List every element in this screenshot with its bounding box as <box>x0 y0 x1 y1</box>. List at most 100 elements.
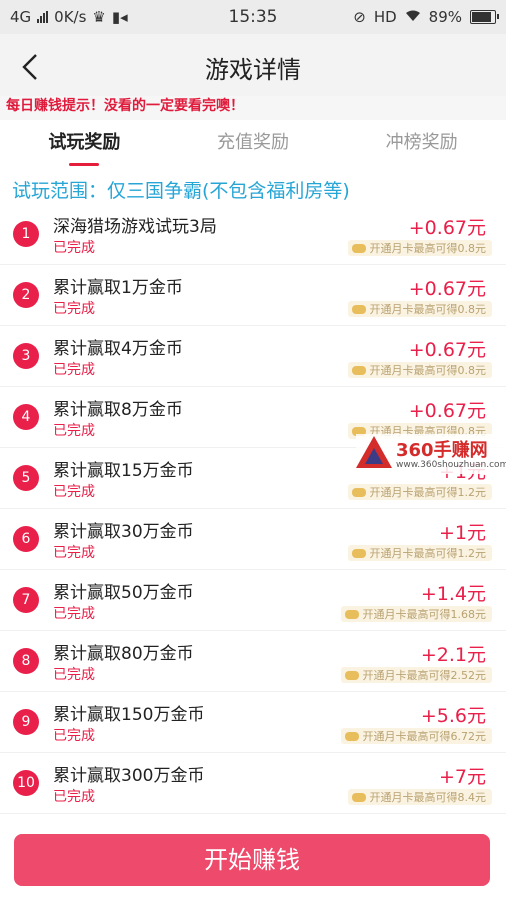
task-number-badge: 10 <box>13 770 39 796</box>
task-number-badge: 7 <box>13 587 39 613</box>
task-reward: +2.1元 <box>420 644 486 666</box>
monthly-card-tip-text: 开通月卡最高可得1.2元 <box>369 486 487 499</box>
monthly-card-tip: 开通月卡最高可得0.8元 <box>347 362 492 378</box>
task-number-badge: 8 <box>13 648 39 674</box>
task-status: 已完成 <box>53 240 95 256</box>
monthly-card-tip: 开通月卡最高可得1.2元 <box>347 545 492 561</box>
task-name: 累计赢取300万金币 <box>53 766 205 786</box>
gamepad-icon <box>344 731 359 741</box>
task-name: 深海猎场游戏试玩3局 <box>53 217 217 237</box>
back-button[interactable] <box>18 52 48 82</box>
status-left: 4G 0K/s ♛ ▮◂ <box>10 8 200 26</box>
page-title: 游戏详情 <box>205 55 301 84</box>
tab-recharge-reward[interactable]: 充值奖励 <box>169 124 338 168</box>
signal-icon <box>37 11 49 23</box>
battery-icon <box>470 10 499 24</box>
task-name: 累计赢取80万金币 <box>53 644 194 664</box>
gamepad-icon <box>351 365 366 375</box>
gamepad-icon <box>344 609 359 619</box>
bottom-bar: 开始赚钱 <box>0 822 506 900</box>
crown-icon: ♛ <box>92 8 106 26</box>
task-number-badge: 1 <box>13 221 39 247</box>
watermark-logo-icon <box>356 436 392 468</box>
task-status: 已完成 <box>53 423 95 439</box>
task-list: 1 深海猎场游戏试玩3局 已完成 +0.67元 开通月卡最高可得0.8元 2 累计赢取1万金… <box>0 204 506 822</box>
gamepad-icon <box>351 304 366 314</box>
gamepad-icon <box>351 548 366 558</box>
task-row: 2 累计赢取1万金币已完成 +0.67元开通月卡最高可得0.8元 <box>0 265 506 326</box>
task-reward: +5.6元 <box>420 705 486 727</box>
monthly-card-tip-text: 开通月卡最高可得1.2元 <box>369 547 487 560</box>
task-row: 8 累计赢取80万金币已完成 +2.1元开通月卡最高可得2.52元 <box>0 631 506 692</box>
task-number-badge: 5 <box>13 465 39 491</box>
gamepad-icon <box>351 487 366 497</box>
task-reward: +0.67元 <box>408 400 486 422</box>
gamepad-icon <box>344 670 359 680</box>
task-row: 1 深海猎场游戏试玩3局 已完成 +0.67元 开通月卡最高可得0.8元 <box>0 204 506 265</box>
chevron-left-icon <box>22 54 37 80</box>
monthly-card-tip-text: 开通月卡最高可得0.8元 <box>369 303 487 316</box>
task-reward: +0.67元 <box>408 339 486 361</box>
gamepad-icon <box>351 243 366 253</box>
alarm-off-icon: ⊘ <box>353 8 366 26</box>
monthly-card-tip-text: 开通月卡最高可得2.52元 <box>362 669 487 682</box>
tab-ranking-reward[interactable]: 冲榜奖励 <box>337 124 506 168</box>
gamepad-icon <box>351 792 366 802</box>
task-number-badge: 3 <box>13 343 39 369</box>
task-name: 累计赢取1万金币 <box>53 278 183 298</box>
monthly-card-tip-text: 开通月卡最高可得0.8元 <box>369 242 487 255</box>
status-bar: 4G 0K/s ♛ ▮◂ 15:35 ⊘ HD 89% <box>0 0 506 34</box>
task-reward: +1.4元 <box>420 583 486 605</box>
task-name: 累计赢取15万金币 <box>53 461 194 481</box>
task-number-badge: 6 <box>13 526 39 552</box>
task-status: 已完成 <box>53 789 95 805</box>
task-name: 累计赢取30万金币 <box>53 522 194 542</box>
watermark: 360手赚网 www.360shouzhuan.com <box>356 434 506 474</box>
task-number-badge: 4 <box>13 404 39 430</box>
start-earning-button[interactable]: 开始赚钱 <box>14 834 490 886</box>
task-row: 7 累计赢取50万金币已完成 +1.4元开通月卡最高可得1.68元 <box>0 570 506 631</box>
wifi-icon <box>405 8 421 26</box>
task-reward: +0.67元 <box>408 278 486 300</box>
task-name: 累计赢取8万金币 <box>53 400 183 420</box>
task-status: 已完成 <box>53 545 95 561</box>
tab-trial-reward[interactable]: 试玩奖励 <box>0 124 169 168</box>
task-row: 9 累计赢取150万金币已完成 +5.6元开通月卡最高可得6.72元 <box>0 692 506 753</box>
monthly-card-tip: 开通月卡最高可得0.8元 <box>347 301 492 317</box>
tab-bar: 试玩奖励 充值奖励 冲榜奖励 <box>0 124 506 168</box>
notice-banner: 每日赚钱提示！没看的一定要看完噢！ <box>0 96 506 120</box>
task-row: 3 累计赢取4万金币 已完成 +0.67元 开通月卡最高可得0.8元 <box>0 326 506 387</box>
monthly-card-tip: 开通月卡最高可得0.8元 <box>347 240 492 256</box>
network-speed: 0K/s <box>54 8 87 26</box>
status-right: ⊘ HD 89% <box>306 8 499 26</box>
task-status: 已完成 <box>53 728 95 744</box>
monthly-card-tip-text: 开通月卡最高可得6.72元 <box>362 730 487 743</box>
hd-label: HD <box>373 8 397 26</box>
task-row: 11+14元 <box>0 814 506 822</box>
task-status: 已完成 <box>53 667 95 683</box>
monthly-card-tip: 开通月卡最高可得1.68元 <box>340 606 492 622</box>
monthly-card-tip-text: 开通月卡最高可得8.4元 <box>369 791 487 804</box>
trial-scope-text: 试玩范围：仅三国争霸(不包含福利房等) <box>12 180 350 202</box>
monthly-card-tip-text: 开通月卡最高可得0.8元 <box>369 364 487 377</box>
network-type: 4G <box>10 8 32 26</box>
task-name: 累计赢取150万金币 <box>53 705 205 725</box>
monthly-card-tip: 开通月卡最高可得6.72元 <box>340 728 492 744</box>
monthly-card-tip: 开通月卡最高可得2.52元 <box>340 667 492 683</box>
monthly-card-tip-text: 开通月卡最高可得1.68元 <box>362 608 487 621</box>
vibrate-icon: ▮◂ <box>111 8 128 26</box>
status-time: 15:35 <box>228 7 278 27</box>
task-status: 已完成 <box>53 484 95 500</box>
task-number-badge: 9 <box>13 709 39 735</box>
monthly-card-tip: 开通月卡最高可得1.2元 <box>347 484 492 500</box>
task-number-badge: 2 <box>13 282 39 308</box>
task-status: 已完成 <box>53 301 95 317</box>
task-status: 已完成 <box>53 606 95 622</box>
task-reward: +1元 <box>438 522 486 544</box>
battery-percent: 89% <box>428 8 462 26</box>
task-name: 累计赢取50万金币 <box>53 583 194 603</box>
task-row: 10 累计赢取300万金币已完成 +7元开通月卡最高可得8.4元 <box>0 753 506 814</box>
task-row: 6 累计赢取30万金币已完成 +1元开通月卡最高可得1.2元 <box>0 509 506 570</box>
task-status: 已完成 <box>53 362 95 378</box>
task-reward: +7元 <box>438 766 486 788</box>
